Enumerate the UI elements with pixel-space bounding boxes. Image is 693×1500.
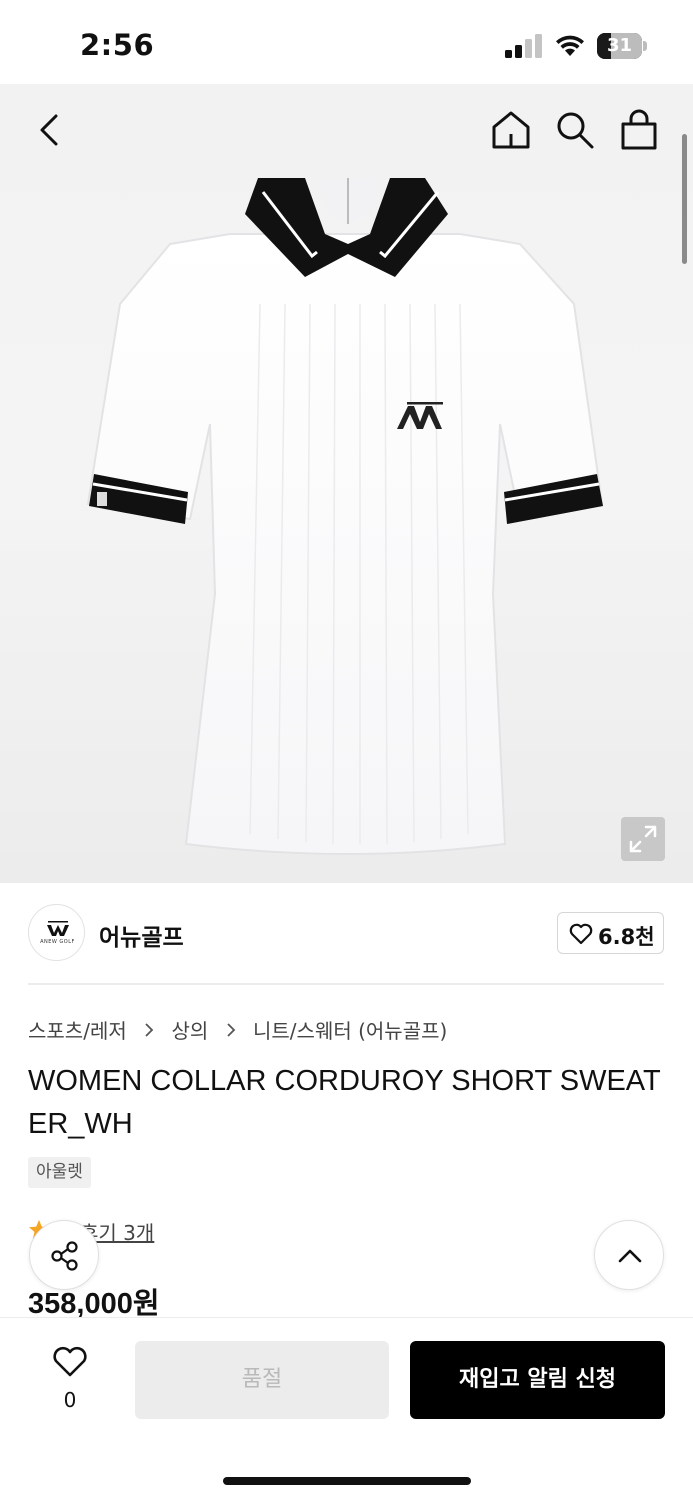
- shopping-bag-icon[interactable]: [617, 108, 661, 152]
- home-indicator: [223, 1477, 471, 1485]
- brand-like-count: 6.8천: [598, 925, 655, 949]
- breadcrumb: 스포츠/레저 상의 니트/스웨터 (어뉴골프): [28, 1015, 447, 1043]
- brand-name[interactable]: 어뉴골프: [99, 918, 184, 952]
- brand-like-button[interactable]: 6.8천: [557, 912, 664, 954]
- cellular-signal-icon: [505, 34, 542, 58]
- restock-alert-button[interactable]: 재입고 알림 신청: [410, 1341, 665, 1419]
- divider: [28, 983, 664, 985]
- wishlist-count: 0: [63, 1388, 77, 1412]
- battery-indicator: 31: [597, 33, 647, 59]
- search-icon[interactable]: [553, 108, 597, 152]
- battery-percent: 31: [606, 35, 633, 56]
- bottom-action-bar: 0 품절 재입고 알림 신청: [0, 1317, 693, 1500]
- product-photo: [86, 178, 604, 855]
- product-image-area[interactable]: [0, 84, 693, 883]
- heart-icon: [53, 1346, 87, 1377]
- chevron-right-icon: [145, 1022, 154, 1037]
- share-icon: [51, 1241, 78, 1271]
- breadcrumb-item-sports[interactable]: 스포츠/레저: [28, 1015, 127, 1044]
- expand-icon[interactable]: [621, 817, 665, 861]
- soldout-button: 품절: [135, 1341, 389, 1419]
- chevron-up-icon: [618, 1249, 642, 1263]
- wishlist-button[interactable]: 0: [40, 1342, 100, 1422]
- brand-row: ANEW GOLF 어뉴골프 6.8천: [28, 904, 664, 964]
- brand-logo-mark-icon: [47, 921, 69, 936]
- breadcrumb-item-knit[interactable]: 니트/스웨터 (어뉴골프): [253, 1015, 447, 1044]
- product-price: 358,000원: [28, 1288, 160, 1320]
- heart-icon: [569, 923, 593, 945]
- chevron-right-icon: [227, 1022, 235, 1037]
- scroll-to-top-button[interactable]: [594, 1220, 664, 1290]
- brand-logo[interactable]: ANEW GOLF: [28, 904, 85, 961]
- product-title: WOMEN COLLAR CORDUROY SHORT SWEATER_WH: [28, 1065, 661, 1140]
- home-icon[interactable]: [489, 108, 533, 152]
- outlet-tag: 아울렛: [28, 1157, 91, 1188]
- chevron-left-icon[interactable]: [28, 108, 72, 152]
- breadcrumb-item-tops[interactable]: 상의: [171, 1015, 208, 1044]
- status-time: 2:56: [80, 28, 155, 62]
- wifi-icon: [556, 35, 584, 56]
- brand-logo-text: ANEW GOLF: [40, 939, 75, 945]
- scroll-indicator[interactable]: [682, 134, 687, 264]
- status-bar: 2:56 31: [0, 0, 693, 84]
